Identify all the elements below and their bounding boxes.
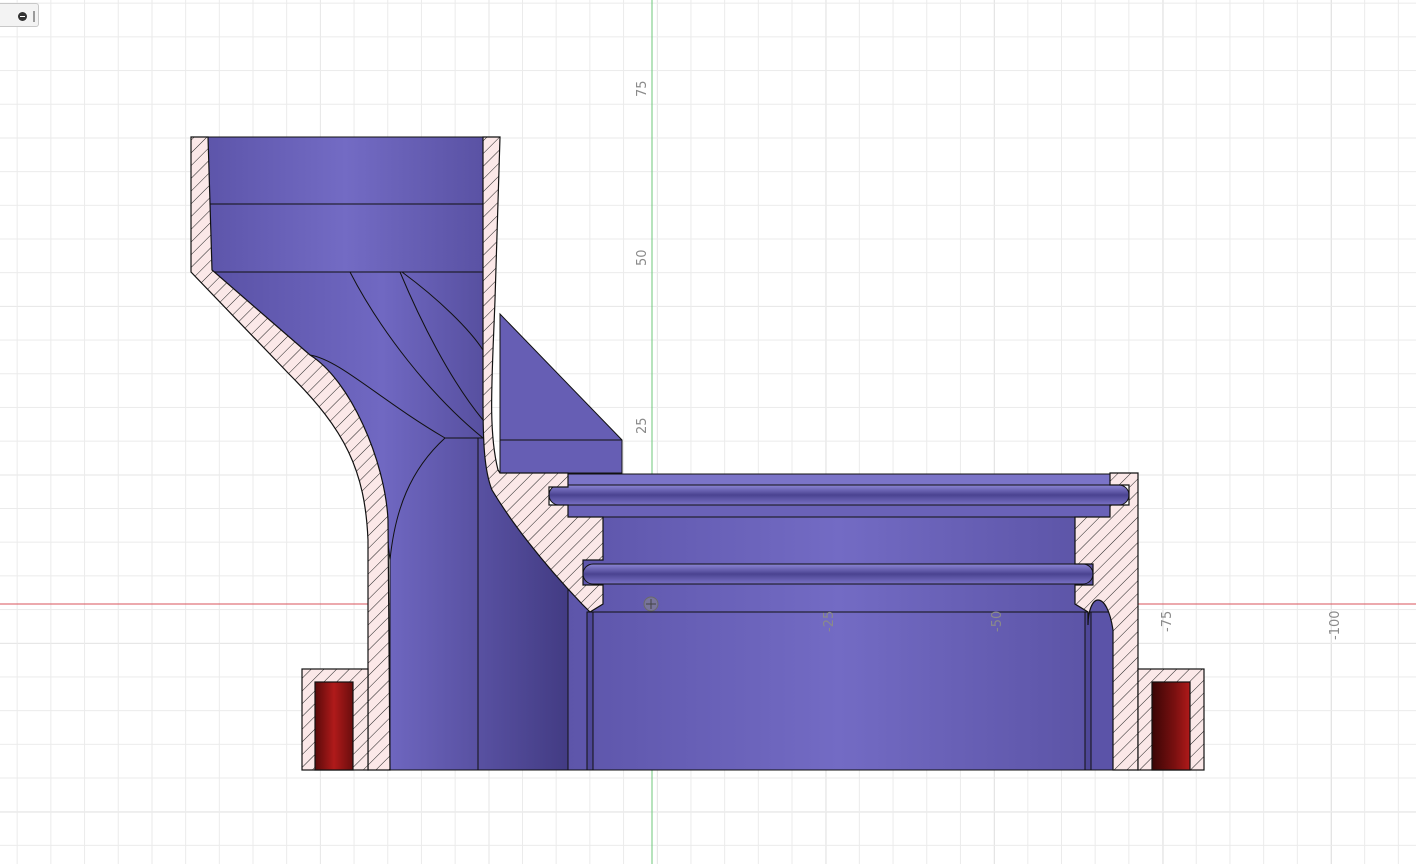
lower-groove-ring <box>582 563 1094 585</box>
x-axis-label-neg25: -25 <box>822 610 837 632</box>
right-insert <box>1151 681 1191 771</box>
side-brace <box>499 312 623 474</box>
canvas-viewport[interactable]: 75 50 25 -25 -50 -75 -100 <box>0 0 1416 864</box>
y-axis-label-75: 75 <box>635 80 650 97</box>
upper-groove-ring <box>548 484 1130 506</box>
x-axis-label-neg50: -50 <box>990 610 1005 632</box>
x-axis-label-neg100: -100 <box>1328 610 1343 640</box>
model-section-view[interactable] <box>0 0 1416 864</box>
origin-marker-icon[interactable] <box>643 596 659 612</box>
toolbar-grip-icon <box>33 11 35 22</box>
y-axis-label-50: 50 <box>635 249 650 266</box>
visibility-toolbar[interactable] <box>0 3 39 27</box>
visibility-toggle-icon[interactable] <box>18 12 27 21</box>
y-axis-label-25: 25 <box>635 417 650 434</box>
left-insert <box>314 681 354 771</box>
x-axis-label-neg75: -75 <box>1160 610 1175 632</box>
chamber-surface <box>567 473 1111 771</box>
